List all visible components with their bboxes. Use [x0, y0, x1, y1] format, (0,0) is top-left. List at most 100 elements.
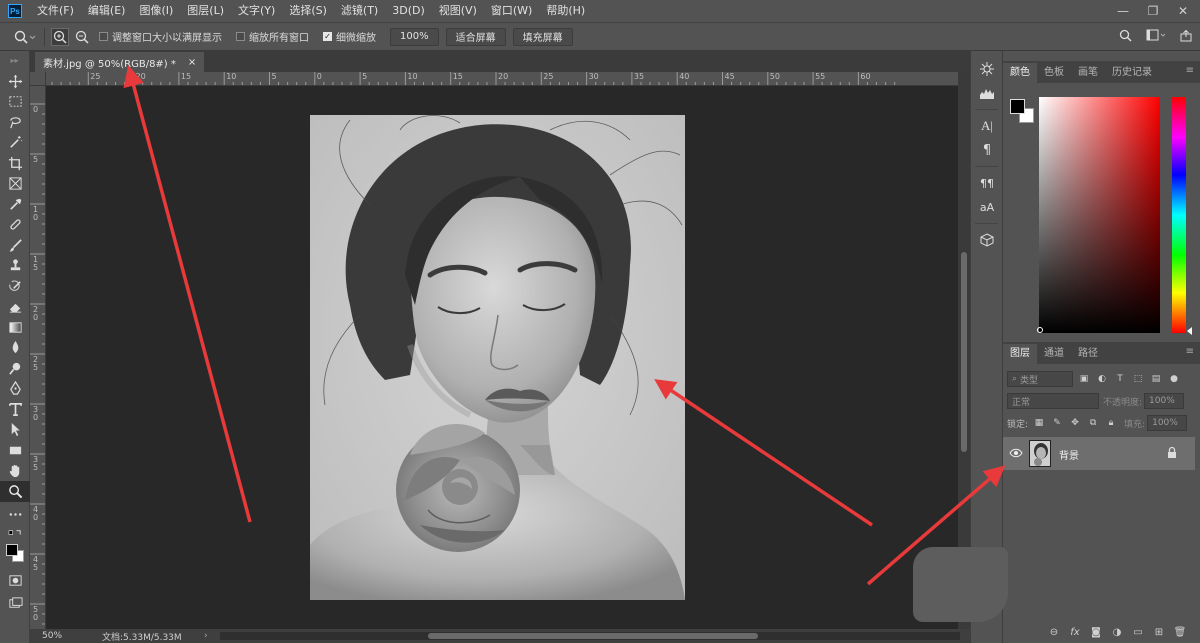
menu-help[interactable]: 帮助(H)	[539, 0, 592, 22]
filter-toggle-icon[interactable]: ●	[1167, 372, 1181, 386]
history-brush-tool-icon[interactable]	[0, 276, 30, 297]
panel-menu-icon[interactable]: ≡	[1186, 346, 1194, 357]
share-icon[interactable]	[1180, 29, 1192, 45]
resize-windows-checkbox[interactable]: 调整窗口大小以满屏显示	[99, 29, 222, 44]
menu-image[interactable]: 图像(I)	[132, 0, 180, 22]
menu-3d[interactable]: 3D(D)	[385, 0, 432, 22]
menu-layer[interactable]: 图层(L)	[180, 0, 231, 22]
panel-foreground-swatch[interactable]	[1010, 99, 1025, 114]
menu-file[interactable]: 文件(F)	[30, 0, 81, 22]
minimize-button[interactable]: —	[1114, 4, 1132, 18]
workspace-icon[interactable]	[1146, 29, 1166, 45]
filter-smart-object-icon[interactable]: ▤	[1149, 372, 1163, 386]
menu-view[interactable]: 视图(V)	[432, 0, 484, 22]
frame-tool-icon[interactable]	[0, 174, 30, 195]
fill-screen-button[interactable]: 填充屏幕	[512, 27, 573, 46]
move-tool-icon[interactable]	[0, 71, 30, 92]
gradient-tool-icon[interactable]	[0, 317, 30, 338]
lasso-tool-icon[interactable]	[0, 112, 30, 133]
menu-type[interactable]: 文字(Y)	[231, 0, 282, 22]
paragraph-icon[interactable]: ¶	[971, 138, 1003, 162]
healing-brush-tool-icon[interactable]	[0, 215, 30, 236]
document-tab[interactable]: 素材.jpg @ 50%(RGB/8#) * ×	[35, 52, 205, 72]
fit-screen-button[interactable]: 适合屏幕	[445, 27, 506, 46]
zoom-tool-preset-icon[interactable]	[12, 28, 38, 46]
layer-style-fx-icon[interactable]: fx	[1069, 626, 1081, 638]
vertical-ruler[interactable]: 0 5 1 0 1 5 2 0 2 5 3 0 3 5 4 0 4 5 5 0	[30, 72, 46, 629]
zoom-all-windows-checkbox[interactable]: 缩放所有窗口	[236, 29, 309, 44]
hue-slider-pointer[interactable]	[1187, 327, 1192, 335]
lock-artboard-icon[interactable]: ⧉	[1086, 416, 1100, 430]
horizontal-scrollbar[interactable]	[220, 632, 960, 640]
zoom-out-icon[interactable]	[73, 28, 91, 46]
rectangle-tool-icon[interactable]	[0, 440, 30, 461]
hand-tool-icon[interactable]	[0, 461, 30, 482]
brush-tool-icon[interactable]	[0, 235, 30, 256]
tab-swatches[interactable]: 色板	[1037, 63, 1071, 83]
horizontal-ruler[interactable]: 25 20 15 10 5 0 5 10 15 20 25 30 35 40 45 50 55 60	[46, 72, 958, 86]
filter-type-icon[interactable]: T	[1113, 372, 1127, 386]
close-tab-icon[interactable]: ×	[188, 57, 196, 68]
paragraph-styles-icon[interactable]: ¶¶	[971, 171, 1003, 195]
lock-all-icon[interactable]: 🔒︎	[1104, 416, 1118, 430]
tab-history[interactable]: 历史记录	[1105, 63, 1159, 83]
visibility-eye-icon[interactable]	[1009, 447, 1023, 459]
tab-channels[interactable]: 通道	[1037, 344, 1071, 364]
lock-pixels-icon[interactable]: ✎	[1050, 416, 1064, 430]
tab-brushes[interactable]: 画笔	[1071, 63, 1105, 83]
menu-window[interactable]: 窗口(W)	[484, 0, 539, 22]
ruler-origin[interactable]	[30, 72, 46, 86]
status-menu-arrow-icon[interactable]: ›	[204, 631, 208, 641]
new-layer-icon[interactable]: ⊞	[1153, 626, 1165, 638]
vertical-scrollbar[interactable]	[958, 72, 970, 629]
delete-layer-icon[interactable]: 🗑︎	[1174, 626, 1187, 638]
panel-menu-icon[interactable]: ≡	[1186, 65, 1194, 76]
document-canvas[interactable]	[46, 86, 958, 629]
navigator-icon[interactable]	[971, 57, 1003, 81]
restore-button[interactable]: ❐	[1144, 4, 1162, 18]
filter-adjustment-icon[interactable]: ◐	[1095, 372, 1109, 386]
tab-color[interactable]: 颜色	[1003, 63, 1037, 83]
panel-color-swatches[interactable]	[1010, 99, 1034, 123]
magic-wand-tool-icon[interactable]	[0, 133, 30, 154]
blur-tool-icon[interactable]	[0, 338, 30, 359]
opacity-input[interactable]: 100%	[1144, 393, 1185, 409]
search-icon[interactable]	[1119, 29, 1132, 45]
clone-stamp-tool-icon[interactable]	[0, 256, 30, 277]
type-tool-icon[interactable]	[0, 399, 30, 420]
more-tools-icon[interactable]	[0, 502, 30, 528]
eraser-tool-icon[interactable]	[0, 297, 30, 318]
scrubby-zoom-checkbox[interactable]: ✓ 细微缩放	[323, 29, 376, 44]
foreground-color-swatch[interactable]	[6, 543, 18, 556]
color-picker-pointer[interactable]	[1037, 327, 1043, 333]
quick-mask-icon[interactable]	[0, 568, 30, 594]
adjustment-layer-icon[interactable]: ◑	[1111, 626, 1123, 638]
pen-tool-icon[interactable]	[0, 379, 30, 400]
vertical-scrollbar-thumb[interactable]	[961, 252, 967, 452]
layer-filter-select[interactable]: ⌕ 类型	[1007, 371, 1073, 387]
screen-mode-icon[interactable]	[0, 594, 30, 615]
close-button[interactable]: ✕	[1174, 4, 1192, 18]
menu-edit[interactable]: 编辑(E)	[81, 0, 133, 22]
tab-paths[interactable]: 路径	[1071, 344, 1105, 364]
hue-slider[interactable]	[1172, 97, 1186, 333]
menu-select[interactable]: 选择(S)	[282, 0, 334, 22]
marquee-tool-icon[interactable]	[0, 92, 30, 113]
lock-position-icon[interactable]: ✥	[1068, 416, 1082, 430]
swap-colors-icon[interactable]	[0, 528, 30, 540]
horizontal-scrollbar-thumb[interactable]	[428, 633, 758, 639]
crop-tool-icon[interactable]	[0, 153, 30, 174]
fill-input[interactable]: 100%	[1147, 415, 1188, 431]
color-swatches[interactable]	[0, 540, 30, 568]
color-saturation-field[interactable]	[1039, 97, 1160, 333]
zoom-100-button[interactable]: 100%	[390, 27, 439, 46]
zoom-in-icon[interactable]	[51, 27, 69, 46]
tab-layers[interactable]: 图层	[1003, 344, 1037, 364]
new-group-icon[interactable]: ▭	[1132, 626, 1144, 638]
character-icon[interactable]: A|	[971, 114, 1003, 138]
filter-shape-icon[interactable]: ⬚	[1131, 372, 1145, 386]
filter-pixel-icon[interactable]: ▣	[1077, 372, 1091, 386]
add-mask-icon[interactable]: ◙	[1090, 626, 1102, 638]
link-layers-icon[interactable]: ⊖	[1048, 626, 1060, 638]
status-zoom-level[interactable]: 50%	[30, 631, 72, 641]
